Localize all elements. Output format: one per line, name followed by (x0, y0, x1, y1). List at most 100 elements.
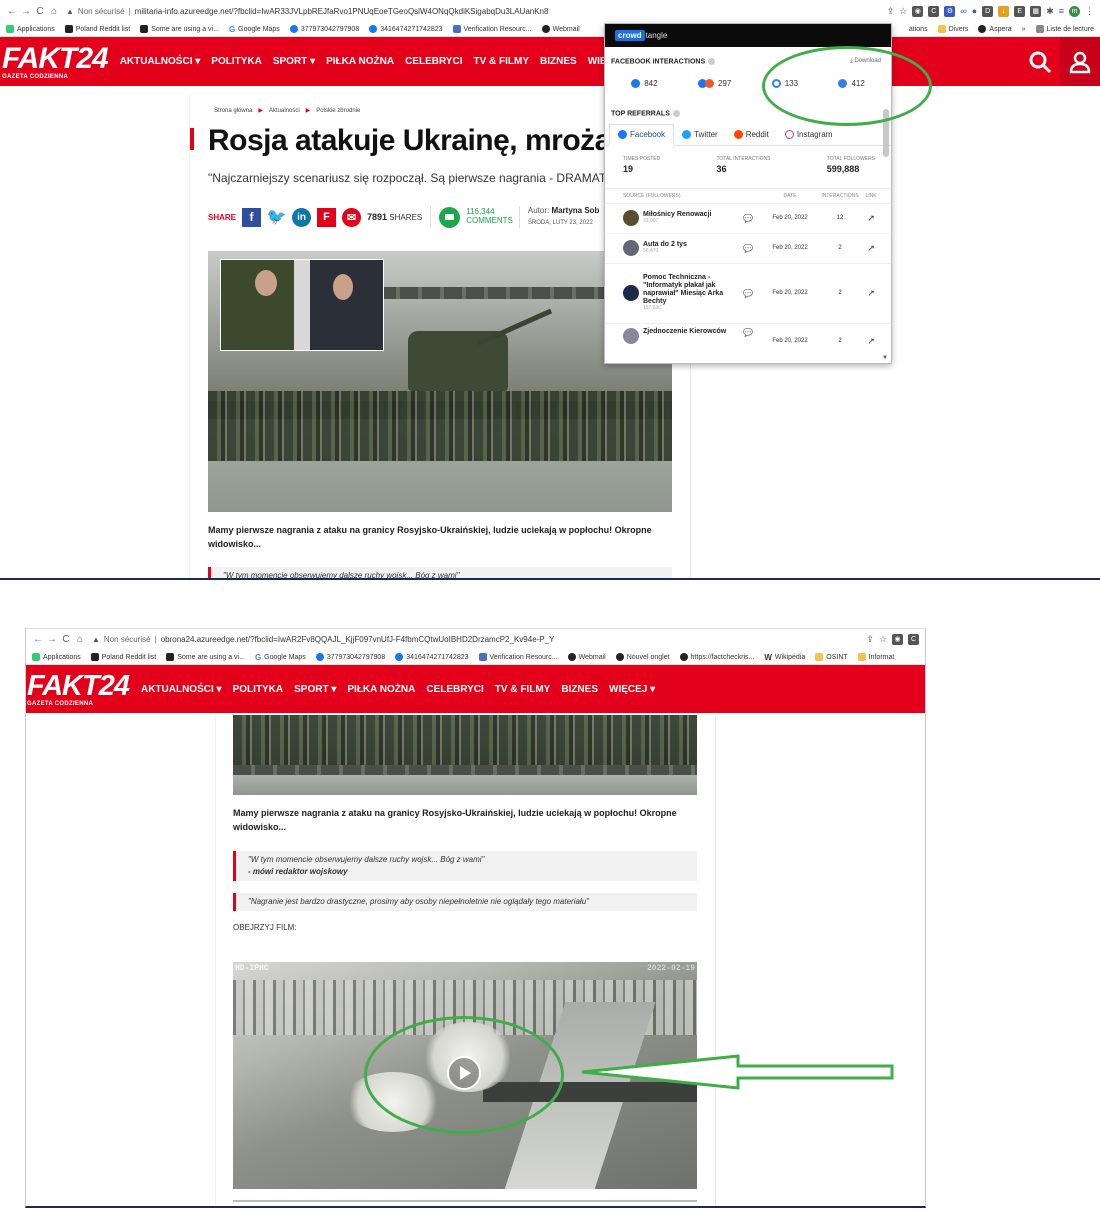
external-link-icon[interactable]: ↗ (861, 213, 881, 224)
profile-avatar[interactable]: m (1069, 5, 1080, 17)
reading-list-icon[interactable]: ≡ (1059, 6, 1064, 16)
extension-icon[interactable]: D (982, 5, 994, 17)
extension-icon[interactable]: C (928, 5, 940, 17)
bookmark-google-maps[interactable]: G Google Maps (229, 25, 280, 34)
external-link-icon[interactable]: ↗ (861, 328, 881, 347)
extension-icon[interactable]: ● (972, 6, 977, 16)
home-icon[interactable]: ⌂ (48, 6, 60, 17)
menu-polityka[interactable]: POLITYKA (211, 56, 262, 67)
bookmark[interactable]: https://factcheckris... (679, 653, 754, 661)
share-icon[interactable]: ⇪ (887, 6, 895, 17)
comment-bubble-icon: 💬 (743, 327, 753, 337)
breadcrumb-news[interactable]: Aktualności (269, 108, 300, 114)
bookmark[interactable]: Verification Resourc... (452, 25, 532, 33)
facebook-share-icon[interactable]: f (242, 207, 262, 227)
menu-dots-icon[interactable]: ⋮ (1085, 6, 1094, 17)
menu-pilka-nozna[interactable]: PIŁKA NOŻNA (326, 56, 394, 67)
main-menu: AKTUALNOŚCI ▾ POLITYKA SPORT ▾ PIŁKA NOŻ… (120, 56, 634, 67)
puzzle-icon[interactable]: ✱ (1046, 6, 1054, 17)
bookmark[interactable]: 377973042797908 (289, 25, 359, 33)
bookmark[interactable]: Poland Reddit list (90, 653, 156, 661)
scroll-down-icon[interactable]: ▼ (882, 355, 888, 361)
bookmark[interactable]: Some are using a vi... (140, 25, 219, 33)
bookmark[interactable]: 3416474271742823 (369, 25, 443, 33)
star-icon[interactable]: ☆ (899, 6, 907, 17)
comments-count[interactable]: 116,344 COMMENTS (466, 207, 513, 226)
menu-sport[interactable]: SPORT ▾ (273, 56, 315, 67)
reload-icon[interactable]: C (34, 6, 46, 17)
extension-icon[interactable]: C (908, 634, 919, 645)
menu-tv-filmy[interactable]: TV & FILMY (495, 684, 551, 695)
site-logo[interactable]: FAKT24 GAZETA CODZIENNA (27, 671, 130, 707)
extension-icon[interactable]: E (1014, 5, 1026, 17)
bookmark[interactable]: Some are using a vi... (166, 653, 245, 661)
bookmark[interactable]: Aspera (978, 25, 1012, 33)
back-icon[interactable]: ← (32, 634, 44, 645)
share-bar: SHARE f 🐦 in F ✉ 7891 SHARES 116,344 COMM… (208, 206, 599, 228)
info-icon[interactable] (708, 58, 716, 65)
extension-icon[interactable]: ◉ (912, 5, 924, 17)
menu-aktualnosci[interactable]: AKTUALNOŚCI ▾ (141, 684, 222, 695)
linkedin-share-icon[interactable]: in (292, 207, 312, 227)
bookmark-google-maps[interactable]: G Google Maps (255, 653, 306, 662)
menu-pilka-nozna[interactable]: PIŁKA NOŻNA (347, 684, 415, 695)
comments-icon[interactable] (439, 206, 461, 228)
bookmark[interactable]: Poland Reddit list (64, 25, 130, 33)
bookmark-applications[interactable]: Applications (6, 25, 55, 33)
bookmark[interactable]: Webmail (541, 25, 580, 33)
menu-tv-filmy[interactable]: TV & FILMY (473, 56, 529, 67)
twitter-share-icon[interactable]: 🐦 (267, 208, 287, 227)
bookmark[interactable]: Verification Resourc... (478, 653, 558, 661)
external-link-icon[interactable]: ↗ (861, 288, 881, 299)
reload-icon[interactable]: C (60, 634, 72, 645)
extension-icon[interactable]: ▦ (1030, 5, 1042, 17)
home-icon[interactable]: ⌂ (74, 634, 86, 645)
bookmark-folder[interactable]: OSINT (815, 653, 848, 661)
bookmark[interactable]: ations (909, 26, 928, 33)
tab-facebook[interactable]: Facebook (609, 123, 675, 146)
flipboard-share-icon[interactable]: F (317, 207, 337, 227)
share-icon[interactable]: ⇪ (866, 634, 874, 645)
user-icon[interactable] (1060, 37, 1100, 86)
address-bar[interactable]: ▲ Non sécurisé | obrona24.azureedge.net/… (88, 635, 866, 644)
bookmark[interactable]: 377973042797908 (315, 653, 385, 661)
address-bar[interactable]: ▲ Non sécurisé | militaria-info.azureedg… (62, 7, 887, 16)
menu-polityka[interactable]: POLITYKA (233, 684, 284, 695)
menu-biznes[interactable]: BIZNES (561, 684, 598, 695)
breadcrumb-category[interactable]: Polskie zbrodnie (316, 108, 360, 114)
bookmark-wikipedia[interactable]: W Wikipédia (764, 653, 805, 662)
site-logo[interactable]: FAKT24 GAZETA CODZIENNA (2, 43, 109, 80)
menu-sport[interactable]: SPORT ▾ (294, 684, 336, 695)
extension-icon[interactable]: ◉ (892, 634, 903, 645)
reading-list[interactable]: Liste de lecture (1035, 25, 1094, 33)
bookmark[interactable]: Nouvel onglet (615, 653, 670, 661)
extension-icon[interactable]: ⚙ (944, 5, 956, 17)
back-icon[interactable]: ← (6, 6, 18, 17)
menu-aktualnosci[interactable]: AKTUALNOŚCI ▾ (120, 56, 201, 67)
star-icon[interactable]: ☆ (879, 634, 887, 645)
menu-biznes[interactable]: BIZNES (540, 56, 577, 67)
download-extension-icon[interactable]: ↓ (998, 5, 1010, 17)
tab-reddit[interactable]: Reddit (726, 124, 777, 145)
breadcrumb-home[interactable]: Strona główna (214, 108, 252, 114)
email-share-icon[interactable]: ✉ (342, 207, 362, 227)
forward-icon[interactable]: → (46, 634, 58, 645)
menu-wiecej[interactable]: WIĘCEJ ▾ (609, 684, 655, 695)
tab-twitter[interactable]: Twitter (674, 124, 726, 145)
menu-celebryci[interactable]: CELEBRYCI (405, 56, 462, 67)
bookmark[interactable]: Webmail (567, 653, 606, 661)
bookmark[interactable]: 3416474271742823 (395, 653, 469, 661)
tab-instagram[interactable]: Instagram (777, 124, 841, 145)
bookmark-folder[interactable]: Divers (937, 25, 968, 33)
twitter-icon (682, 129, 692, 139)
info-icon[interactable] (672, 110, 680, 118)
bookmark-folder[interactable]: Informat (857, 653, 894, 661)
menu-celebryci[interactable]: CELEBRYCI (426, 684, 483, 695)
search-icon[interactable] (1020, 37, 1060, 86)
external-link-icon[interactable]: ↗ (861, 243, 881, 254)
bookmark-applications[interactable]: Applications (32, 653, 81, 661)
bookmarks-overflow[interactable]: » (1022, 26, 1026, 33)
table-row: Miłośnicy Renowacji 33,007 💬 Feb 20, 2022… (605, 202, 891, 233)
extension-icon[interactable]: ∞ (960, 6, 966, 16)
forward-icon[interactable]: → (20, 6, 32, 17)
